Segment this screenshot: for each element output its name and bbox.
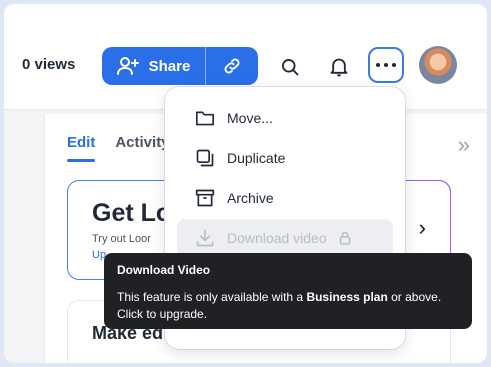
panel-tabs: Edit Activity bbox=[67, 134, 170, 162]
upgrade-card-title: Get Lo bbox=[92, 199, 172, 227]
more-dot-icon bbox=[376, 63, 380, 67]
search-button[interactable] bbox=[273, 50, 307, 84]
tooltip-upgrade-text[interactable]: Click to upgrade. bbox=[117, 307, 207, 321]
menu-item-move[interactable]: Move... bbox=[177, 99, 393, 137]
tab-activity[interactable]: Activity bbox=[115, 134, 169, 162]
menu-item-download-video[interactable]: Download video bbox=[177, 219, 393, 257]
copy-link-button[interactable] bbox=[206, 47, 258, 85]
bell-icon bbox=[330, 58, 348, 77]
menu-item-label: Move... bbox=[227, 110, 273, 126]
share-button-group: Share bbox=[102, 47, 258, 85]
tab-edit[interactable]: Edit bbox=[67, 134, 95, 162]
upgrade-card-subtitle: Try out Loor bbox=[92, 233, 151, 245]
menu-item-label: Duplicate bbox=[227, 150, 286, 166]
app-frame: 0 views Share Edit Activity » Get Lo Try… bbox=[4, 4, 487, 363]
lock-icon bbox=[339, 231, 350, 245]
share-label: Share bbox=[148, 57, 191, 75]
search-icon bbox=[282, 59, 299, 76]
tooltip-body-suffix: or above. bbox=[387, 290, 442, 304]
collapse-panel-icon[interactable]: » bbox=[458, 132, 470, 158]
more-dot-icon bbox=[384, 63, 388, 67]
download-icon bbox=[196, 229, 214, 247]
share-button[interactable]: Share bbox=[102, 47, 205, 85]
avatar[interactable] bbox=[419, 46, 457, 84]
tooltip-body: This feature is only available with a Bu… bbox=[117, 289, 459, 323]
notifications-button[interactable] bbox=[322, 50, 356, 84]
duplicate-icon bbox=[196, 149, 214, 167]
tooltip-body-text: This feature is only available with a bbox=[117, 290, 307, 304]
more-options-button[interactable] bbox=[368, 47, 404, 83]
archive-icon bbox=[195, 189, 215, 207]
tooltip-plan-name: Business plan bbox=[306, 290, 388, 304]
download-tooltip[interactable]: Download Video This feature is only avai… bbox=[104, 253, 472, 329]
menu-item-label: Download video bbox=[227, 230, 327, 246]
chevron-right-icon: › bbox=[418, 215, 426, 240]
folder-icon bbox=[196, 111, 214, 126]
menu-item-archive[interactable]: Archive bbox=[177, 179, 393, 217]
menu-item-duplicate[interactable]: Duplicate bbox=[177, 139, 393, 177]
view-count: 0 views bbox=[22, 56, 76, 73]
link-icon bbox=[224, 58, 240, 74]
add-user-icon bbox=[116, 57, 139, 75]
menu-item-label: Archive bbox=[227, 190, 274, 206]
tooltip-title: Download Video bbox=[117, 263, 211, 277]
more-dot-icon bbox=[392, 63, 396, 67]
